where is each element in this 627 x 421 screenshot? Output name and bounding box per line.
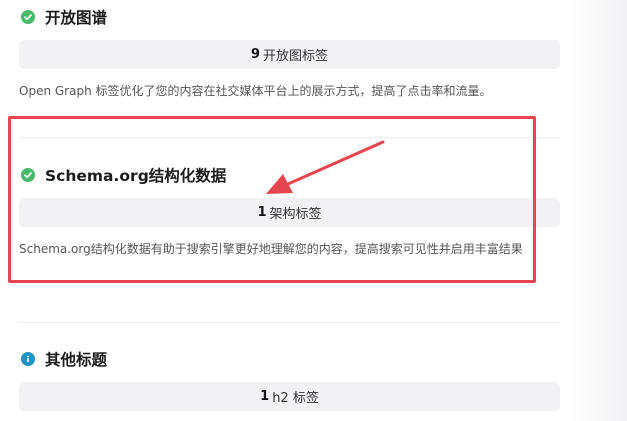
section-description: Schema.org结构化数据有助于搜索引擎更好地理解您的内容，提高搜索可见性并… (19, 242, 523, 256)
section-schema-org: Schema.org结构化数据 1 架构标签 Schema.org结构化数据有助… (19, 163, 560, 260)
section-open-graph: 开放图谱 9 开放图标签 Open Graph 标签优化了您的内容在社交媒体平台… (19, 5, 560, 102)
tag-count-pill: 1 架构标签 (19, 198, 560, 227)
tag-count-pill: 9 开放图标签 (19, 40, 560, 69)
section-divider (19, 137, 560, 138)
section-header: Schema.org结构化数据 (19, 163, 560, 187)
info-circle-icon (21, 352, 35, 366)
tag-label: 开放图标签 (263, 49, 329, 64)
section-header: 其他标题 (19, 347, 560, 371)
tag-label: h2 标签 (272, 391, 319, 406)
right-edge-shade (567, 0, 627, 421)
section-header: 开放图谱 (19, 5, 560, 29)
tag-count-pill: 1 h2 标签 (19, 382, 560, 411)
section-description: Open Graph 标签优化了您的内容在社交媒体平台上的展示方式，提高了点击率… (19, 84, 492, 98)
section-divider (19, 322, 560, 323)
check-circle-icon (21, 10, 35, 24)
check-circle-icon (21, 168, 35, 182)
section-title: 其他标题 (45, 351, 108, 369)
section-title: Schema.org结构化数据 (45, 167, 227, 185)
tag-count: 1 (257, 205, 267, 220)
tag-count: 1 (260, 389, 270, 404)
tag-label: 架构标签 (269, 207, 322, 222)
page: 开放图谱 9 开放图标签 Open Graph 标签优化了您的内容在社交媒体平台… (0, 0, 627, 421)
section-other-headings: 其他标题 1 h2 标签 (19, 347, 560, 411)
tag-count: 9 (250, 47, 261, 62)
section-title: 开放图谱 (45, 9, 108, 27)
